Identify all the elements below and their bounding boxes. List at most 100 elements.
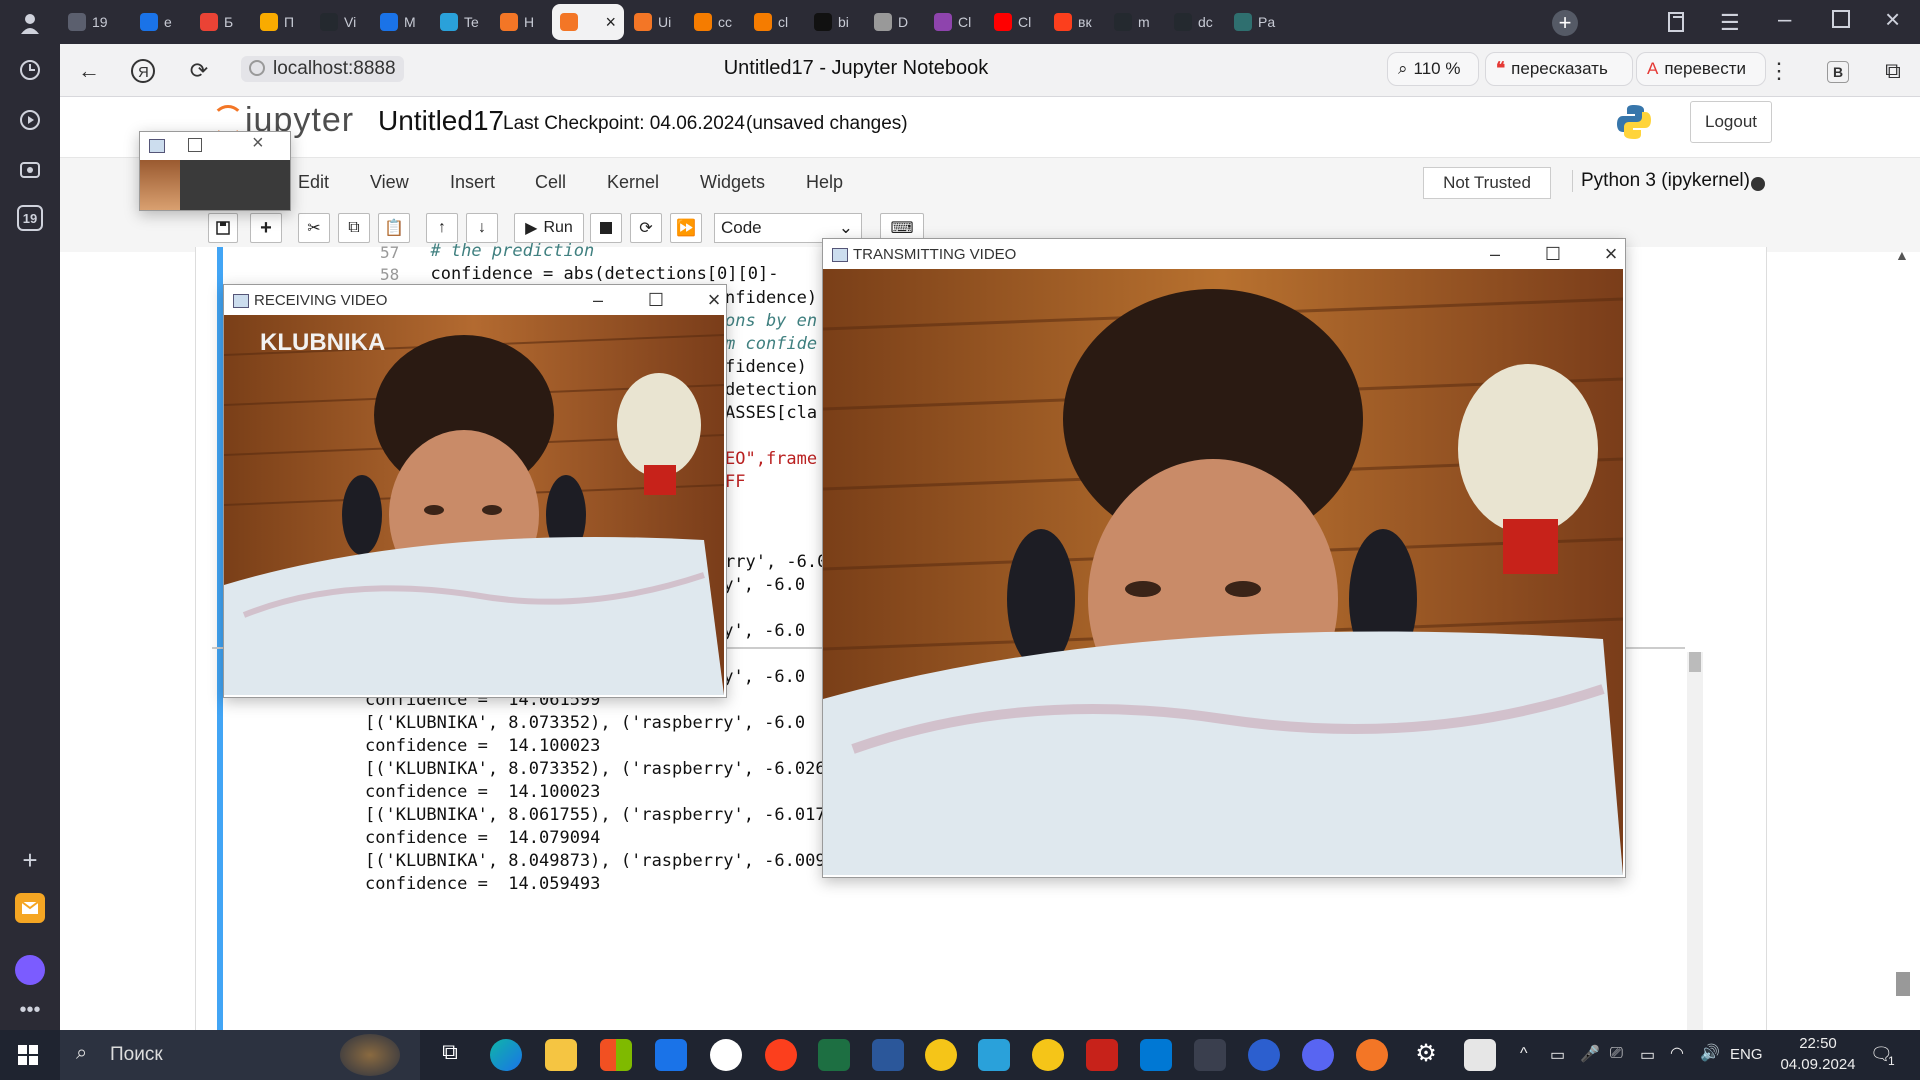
- discord-icon[interactable]: [1302, 1039, 1334, 1071]
- yandex-icon[interactable]: Я: [130, 58, 156, 84]
- menu-cell[interactable]: Cell: [535, 172, 566, 193]
- output-scrollbar[interactable]: [1687, 652, 1703, 1030]
- browser-tab[interactable]: cl: [746, 4, 804, 40]
- reader-icon[interactable]: ⧉: [1880, 58, 1906, 84]
- translate-button[interactable]: A перевести: [1636, 52, 1766, 86]
- menu-edit[interactable]: Edit: [298, 172, 329, 193]
- screenshot-icon[interactable]: [15, 155, 45, 185]
- code-line-fragment[interactable]: nfidence): [725, 288, 817, 308]
- maximize-icon[interactable]: ☐: [1533, 242, 1573, 266]
- profile-icon[interactable]: [15, 8, 45, 38]
- restore-icon[interactable]: [1832, 10, 1850, 28]
- minimize-icon[interactable]: –: [1475, 242, 1515, 266]
- maximize-icon[interactable]: ☐: [636, 288, 676, 312]
- menu-widgets[interactable]: Widgets: [700, 172, 765, 193]
- code-line-fragment[interactable]: EO",frame: [725, 449, 817, 469]
- settings-icon[interactable]: ⚙: [1410, 1039, 1442, 1071]
- browser-tab[interactable]: Vi: [312, 4, 370, 40]
- excel-icon[interactable]: [818, 1039, 850, 1071]
- scrollbar-thumb[interactable]: [1689, 652, 1701, 672]
- start-icon[interactable]: [18, 1045, 38, 1070]
- browser-tab[interactable]: П: [252, 4, 310, 40]
- tray-device-icon[interactable]: ▭: [1550, 1045, 1565, 1065]
- code-line[interactable]: confidence = abs(detections[0][0]-: [410, 264, 778, 284]
- back-icon[interactable]: ←: [76, 58, 102, 84]
- battery-icon[interactable]: ▭: [1640, 1045, 1655, 1065]
- restart-icon[interactable]: ⟳: [630, 213, 662, 243]
- code-line-fragment[interactable]: fidence): [725, 357, 807, 377]
- menu-help[interactable]: Help: [806, 172, 843, 193]
- yandex-browser-icon[interactable]: [710, 1039, 742, 1071]
- kernel-name[interactable]: Python 3 (ipykernel): [1572, 170, 1750, 192]
- cut-icon[interactable]: ✂: [298, 213, 330, 243]
- tray-chevron-icon[interactable]: ^: [1520, 1045, 1528, 1063]
- edge-icon[interactable]: [490, 1039, 522, 1071]
- zoom-button[interactable]: ⌕ 110 %: [1387, 52, 1479, 86]
- close-icon[interactable]: ×: [694, 287, 734, 312]
- browser-tab[interactable]: D: [866, 4, 924, 40]
- browser-tab[interactable]: вк: [1046, 4, 1104, 40]
- menu-kernel[interactable]: Kernel: [607, 172, 659, 193]
- address-field[interactable]: localhost:8888 Untitled17 - Jupyter Note…: [231, 52, 1481, 86]
- jupyter-icon[interactable]: [1356, 1039, 1388, 1071]
- browser-tab[interactable]: Cl: [926, 4, 984, 40]
- menu-icon[interactable]: ☰: [1720, 10, 1740, 36]
- browser-tab[interactable]: М: [372, 4, 430, 40]
- minimize-icon[interactable]: –: [578, 288, 618, 312]
- fl-studio-icon[interactable]: [1086, 1039, 1118, 1071]
- app-icon[interactable]: [978, 1039, 1010, 1071]
- transmitting-video-window[interactable]: TRANSMITTING VIDEO – ☐ ×: [822, 238, 1626, 878]
- vk-extension-icon[interactable]: В: [1827, 61, 1849, 83]
- restart-run-all-icon[interactable]: ⏩: [670, 213, 702, 243]
- not-trusted-button[interactable]: Not Trusted: [1423, 167, 1551, 199]
- word-icon[interactable]: [872, 1039, 904, 1071]
- history-icon[interactable]: [15, 55, 45, 85]
- clock-date[interactable]: 04.09.2024: [1778, 1056, 1858, 1073]
- display-icon[interactable]: ⎚: [1610, 1045, 1623, 1063]
- browser-tab[interactable]: m: [1106, 4, 1164, 40]
- code-line-fragment[interactable]: ASSES[cla: [725, 403, 817, 423]
- volume-icon[interactable]: 🔊: [1700, 1043, 1720, 1063]
- notebook-name[interactable]: Untitled17: [378, 105, 504, 137]
- menu-insert[interactable]: Insert: [450, 172, 495, 193]
- clock-time[interactable]: 22:50: [1778, 1035, 1858, 1052]
- close-icon[interactable]: ×: [1591, 241, 1631, 266]
- page-scroll-up-icon[interactable]: ▲: [1895, 247, 1909, 263]
- close-icon[interactable]: ×: [252, 132, 264, 155]
- collections-icon[interactable]: [1665, 10, 1689, 34]
- browser-tab[interactable]: 19: [60, 4, 130, 40]
- yandex-icon[interactable]: [765, 1039, 797, 1071]
- browser-tab[interactable]: dc: [1166, 4, 1224, 40]
- mail-icon[interactable]: [655, 1039, 687, 1071]
- browser-tab[interactable]: Te: [432, 4, 490, 40]
- browser-tab[interactable]: cc: [686, 4, 744, 40]
- insert-cell-icon[interactable]: +: [250, 213, 282, 243]
- mail-app-icon[interactable]: [15, 893, 45, 923]
- browser-tab[interactable]: bi: [806, 4, 864, 40]
- run-button[interactable]: ▶ Run: [514, 213, 584, 243]
- wifi-icon[interactable]: ◠: [1670, 1043, 1684, 1063]
- close-icon[interactable]: ×: [1885, 4, 1900, 35]
- microphone-icon[interactable]: 🎤: [1580, 1044, 1600, 1064]
- logout-button[interactable]: Logout: [1690, 101, 1772, 143]
- calendar-badge-icon[interactable]: 19: [17, 205, 43, 231]
- vscode-icon[interactable]: [1140, 1039, 1172, 1071]
- browser-tab[interactable]: Н: [492, 4, 550, 40]
- add-icon[interactable]: +: [15, 845, 45, 875]
- retell-button[interactable]: ❝ пересказать: [1485, 52, 1633, 86]
- davinci-icon[interactable]: [1194, 1039, 1226, 1071]
- code-line[interactable]: # the prediction: [410, 241, 594, 261]
- window-titlebar[interactable]: ×: [140, 132, 290, 158]
- receiving-video-window[interactable]: RECEIVING VIDEO – ☐ × KLUBNIKA: [223, 284, 727, 698]
- notepad-icon[interactable]: [1464, 1039, 1496, 1071]
- window-titlebar[interactable]: TRANSMITTING VIDEO – ☐ ×: [823, 239, 1625, 269]
- browser-tab[interactable]: Ui: [626, 4, 684, 40]
- reload-icon[interactable]: ⟳: [186, 58, 212, 84]
- menu-view[interactable]: View: [370, 172, 409, 193]
- file-explorer-icon[interactable]: [545, 1039, 577, 1071]
- move-down-icon[interactable]: ↓: [466, 213, 498, 243]
- alice-icon[interactable]: [15, 955, 45, 985]
- move-up-icon[interactable]: ↑: [426, 213, 458, 243]
- browser-tab[interactable]: Cl: [986, 4, 1044, 40]
- 1c-enterprise-icon[interactable]: [1032, 1039, 1064, 1071]
